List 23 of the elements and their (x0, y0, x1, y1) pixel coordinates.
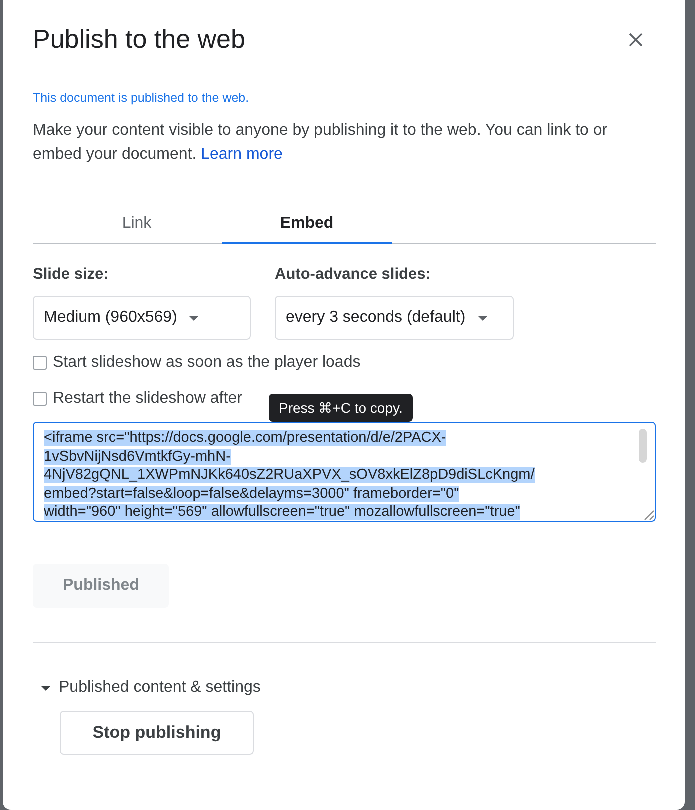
checkbox[interactable] (33, 356, 47, 370)
dialog-title: Publish to the web (33, 24, 246, 55)
dropdown-caret-icon (478, 316, 488, 320)
auto-advance-label: Auto-advance slides: (275, 266, 432, 284)
option-label: Start slideshow as soon as the player loads (53, 354, 361, 372)
tab[interactable]: Link (52, 205, 222, 244)
option-label: Restart the slideshow after (53, 390, 242, 408)
slide-size-label: Slide size: (33, 266, 110, 284)
stop-publishing-button[interactable]: Stop publishing (60, 711, 254, 755)
tab[interactable]: Embed (222, 205, 392, 244)
description-text: Make your content visible to anyone by publishing it to the web. You can link to or embed your document. Learn more (33, 121, 609, 165)
published-settings-toggle[interactable]: Published content & settings (33, 679, 261, 697)
close-icon[interactable] (628, 32, 644, 48)
slide-size-dropdown[interactable]: Medium (960x569) (33, 296, 251, 340)
learn-more-link[interactable]: Learn more (201, 146, 283, 163)
auto-advance-dropdown[interactable]: every 3 seconds (default) (275, 296, 514, 340)
checkbox[interactable] (33, 392, 47, 406)
status-message: This document is published to the web. (33, 91, 250, 105)
dropdown-caret-icon (189, 316, 200, 320)
scrollbar-thumb[interactable] (639, 429, 647, 463)
copy-tooltip: Press ⌘+C to copy. (269, 394, 413, 422)
embed-code-field[interactable]: <iframe src="https://docs.google.com/presentation/d/e/2PACX- 1vSbvNijNsd6VmtkfGy-mhN- 4NjV82gQNL_1XWPmNJKk640sZ2RUaXPVX_sOV8xkElZ8pD9diSLcKngm/ embed?start=false&loop=false&delayms=3000" frameborder="0" width="960" height="569" allowfullscreen="true" mozallowfullscreen="true" (33, 422, 656, 522)
caret-icon (41, 686, 51, 690)
